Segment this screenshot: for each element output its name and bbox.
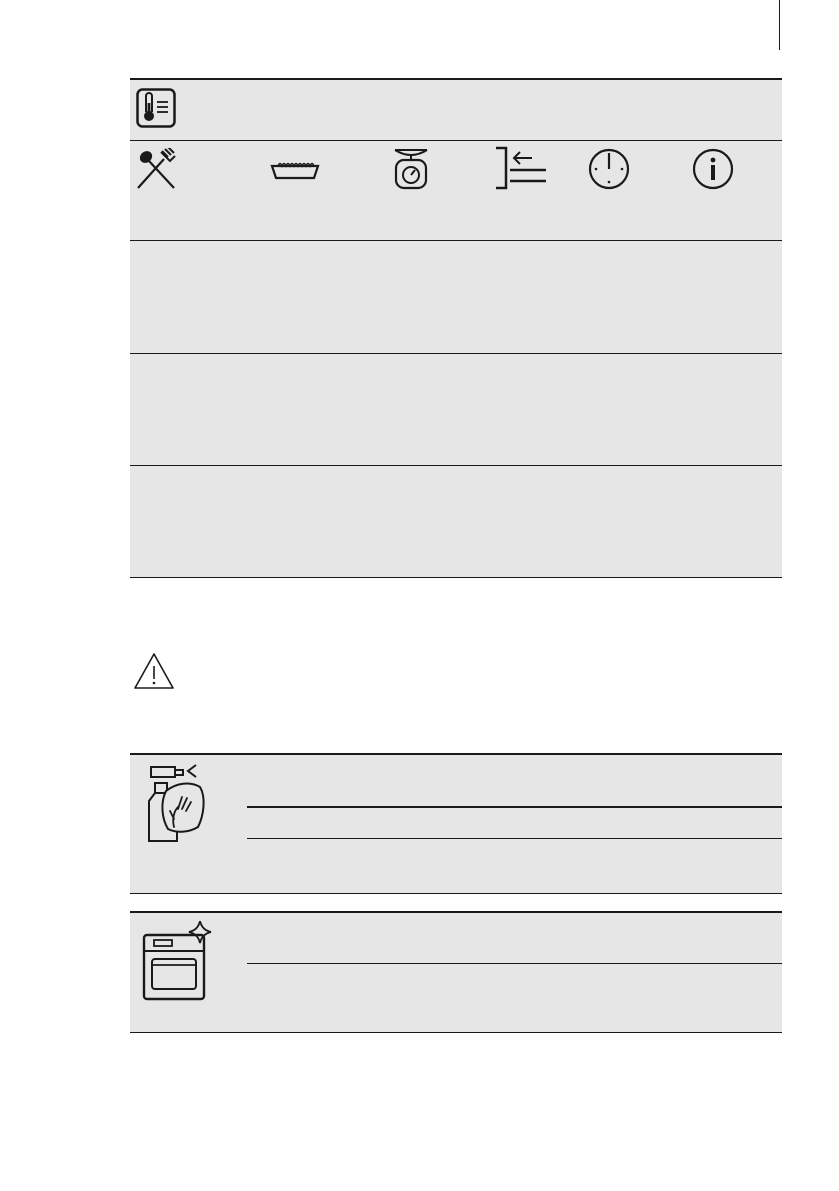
oven-cleaning-table bbox=[130, 911, 782, 1033]
table-row bbox=[130, 466, 782, 577]
cutlery-icon bbox=[134, 146, 180, 190]
spray-and-cloth-icon bbox=[144, 761, 206, 845]
table-row-rule bbox=[130, 140, 782, 141]
table-bottom-rule bbox=[130, 577, 782, 578]
table-row bbox=[130, 241, 782, 353]
cleaning-table bbox=[130, 753, 782, 894]
table-row bbox=[130, 354, 782, 465]
table-row-rule bbox=[247, 963, 782, 964]
kitchen-scale-icon bbox=[390, 146, 432, 190]
table-top-rule bbox=[130, 911, 782, 913]
table-top-rule bbox=[130, 753, 782, 755]
clean-oven-sparkle-icon bbox=[140, 920, 214, 1001]
baking-dish-icon bbox=[270, 156, 320, 182]
warning-triangle-icon bbox=[133, 652, 175, 690]
info-icon bbox=[692, 148, 734, 190]
table-bottom-rule bbox=[130, 893, 782, 894]
table-row-rule bbox=[247, 838, 782, 839]
clock-icon bbox=[588, 148, 630, 190]
shelf-position-icon bbox=[492, 146, 548, 190]
food-sensor-thermometer-icon bbox=[136, 88, 176, 128]
table-row-rule bbox=[247, 806, 782, 808]
table-top-rule bbox=[130, 78, 782, 80]
table-bottom-rule bbox=[130, 1032, 782, 1033]
page-margin-marker bbox=[779, 0, 780, 50]
food-cooking-table bbox=[130, 78, 782, 578]
